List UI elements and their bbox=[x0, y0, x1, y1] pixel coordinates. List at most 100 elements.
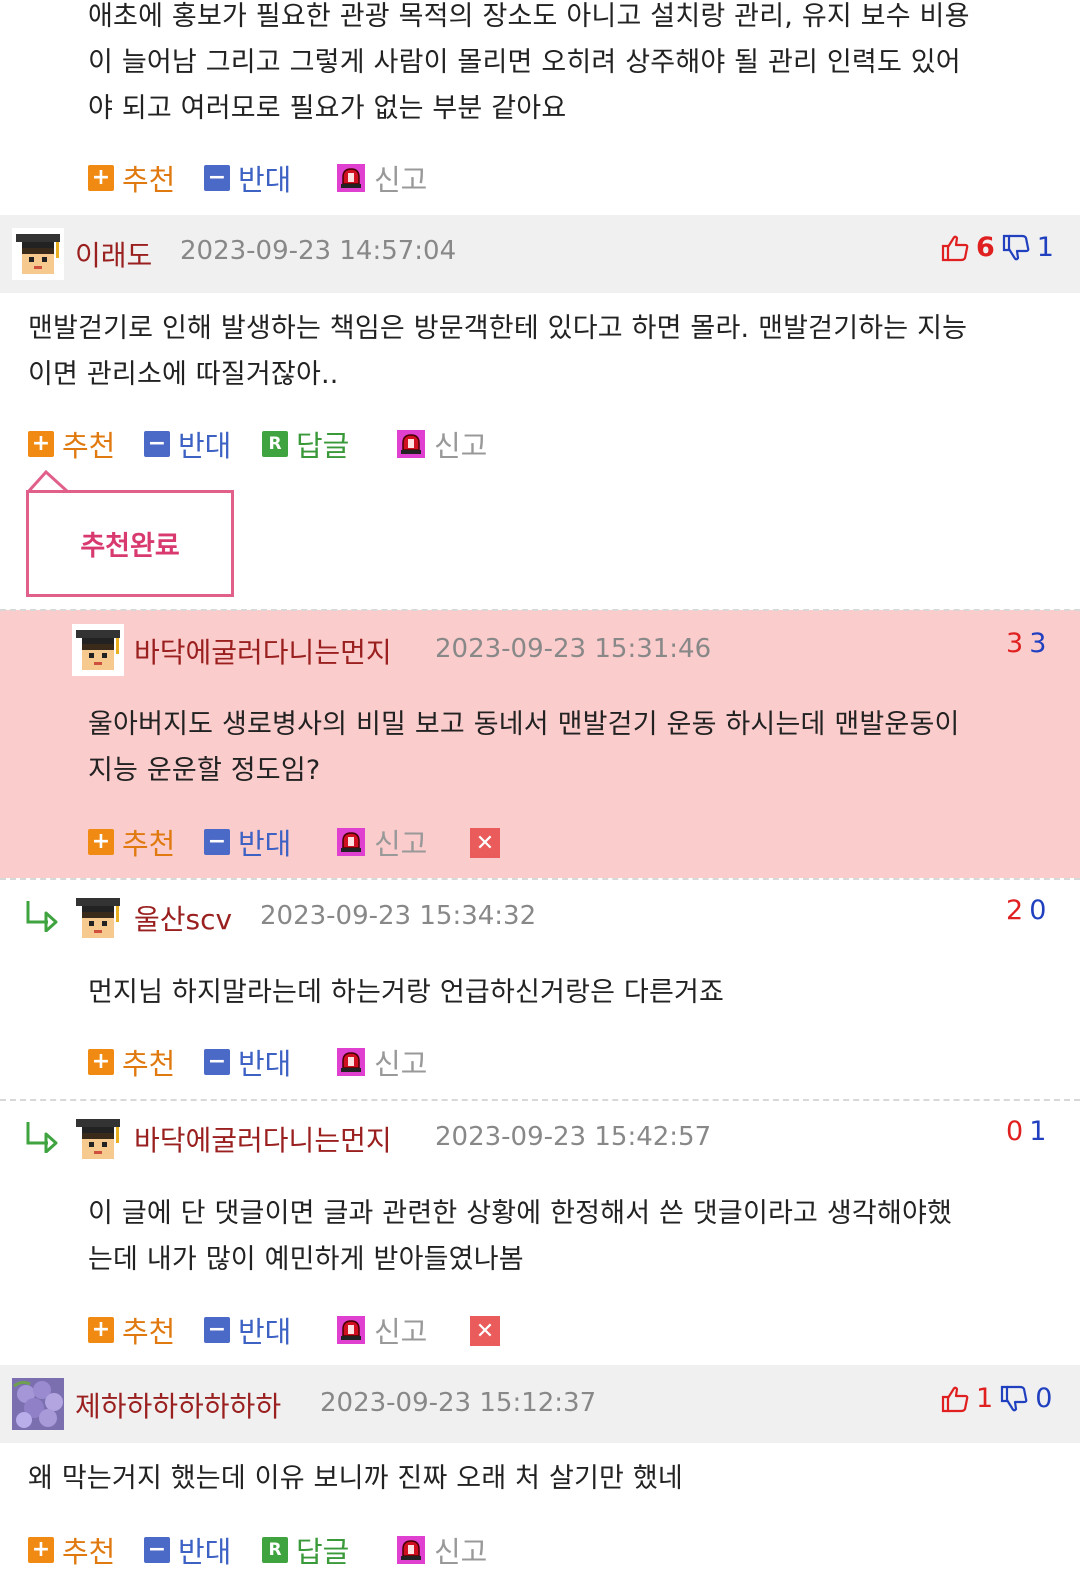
comment-author[interactable]: 제하하하하하하하 bbox=[75, 1385, 281, 1425]
post-text-line: 이 늘어남 그리고 그렇게 사람이 몰리면 오히려 상주해야 될 관리 인력도 … bbox=[88, 47, 961, 78]
comment-time: 2023-09-23 15:42:57 bbox=[435, 1122, 712, 1152]
divider bbox=[0, 1099, 1080, 1101]
delete-icon[interactable]: ✕ bbox=[470, 828, 500, 858]
reply-icon: R bbox=[262, 431, 288, 457]
down-count: 3 bbox=[1029, 628, 1047, 659]
avatar bbox=[12, 1378, 64, 1430]
delete-icon[interactable]: ✕ bbox=[470, 1316, 500, 1346]
siren-icon bbox=[396, 429, 426, 459]
vote-counts: 6 1 bbox=[940, 232, 1054, 263]
recommend-button[interactable]: + 추천 bbox=[88, 1310, 175, 1350]
comment-text-line: 지능 운운할 정도임? bbox=[88, 755, 321, 786]
siren-icon bbox=[336, 1047, 366, 1077]
minus-icon: − bbox=[204, 1317, 230, 1343]
minus-icon: − bbox=[144, 431, 170, 457]
reply-button[interactable]: R 답글 bbox=[262, 424, 349, 464]
up-count: 0 bbox=[1006, 1116, 1024, 1147]
report-button[interactable]: 신고 bbox=[396, 424, 487, 464]
thumbs-down-icon[interactable] bbox=[1001, 233, 1031, 263]
minus-icon: − bbox=[204, 829, 230, 855]
comment-text-line: 먼지님 하지말라는데 하는거랑 언급하신거랑은 다른거죠 bbox=[88, 977, 725, 1008]
down-count: 1 bbox=[1036, 232, 1054, 263]
plus-icon: + bbox=[88, 165, 114, 191]
comment-author[interactable]: 바닥에굴러다니는먼지 bbox=[134, 1119, 392, 1159]
comment-text: 왜 막는거지 했는데 이유 보니까 진짜 오래 처 살기만 했네 bbox=[28, 1456, 1068, 1502]
reply-arrow-icon bbox=[24, 1119, 62, 1153]
recommend-button[interactable]: + 추천 bbox=[88, 822, 175, 862]
comment-actions: + 추천 − 반대 신고 bbox=[88, 1042, 488, 1082]
comment-text-line: 왜 막는거지 했는데 이유 보니까 진짜 오래 처 살기만 했네 bbox=[28, 1463, 683, 1494]
down-count: 0 bbox=[1035, 1383, 1053, 1414]
oppose-button[interactable]: − 반대 bbox=[144, 1530, 231, 1570]
report-button[interactable]: 신고 bbox=[396, 1530, 487, 1570]
post-text-line: 애초에 홍보가 필요한 관광 목적의 장소도 아니고 설치랑 관리, 유지 보수… bbox=[88, 1, 970, 32]
comment-author[interactable]: 울산scv bbox=[134, 898, 232, 938]
comment-text-line: 이면 관리소에 따질거잖아.. bbox=[28, 359, 339, 390]
comment-actions: + 추천 − 반대 R 답글 신고 bbox=[28, 1530, 548, 1570]
reply-arrow-icon bbox=[24, 898, 62, 932]
divider bbox=[0, 878, 1080, 880]
siren-icon bbox=[336, 1315, 366, 1345]
siren-icon bbox=[336, 827, 366, 857]
avatar bbox=[72, 892, 124, 944]
siren-icon bbox=[396, 1535, 426, 1565]
oppose-button[interactable]: − 반대 bbox=[204, 158, 291, 198]
report-button[interactable]: 신고 bbox=[336, 1042, 427, 1082]
vote-counts: 2 0 bbox=[1006, 895, 1046, 926]
oppose-button[interactable]: − 반대 bbox=[204, 1042, 291, 1082]
oppose-button[interactable]: − 반대 bbox=[204, 822, 291, 862]
comment-time: 2023-09-23 14:57:04 bbox=[180, 236, 457, 266]
comment-time: 2023-09-23 15:31:46 bbox=[435, 634, 712, 664]
comment-time: 2023-09-23 15:12:37 bbox=[320, 1388, 597, 1418]
plus-icon: + bbox=[88, 1049, 114, 1075]
oppose-button[interactable]: − 반대 bbox=[144, 424, 231, 464]
thumbs-up-icon[interactable] bbox=[940, 233, 970, 263]
recommend-button[interactable]: + 추천 bbox=[88, 1042, 175, 1082]
recommend-button[interactable]: + 추천 bbox=[28, 424, 115, 464]
minus-icon: − bbox=[204, 165, 230, 191]
minus-icon: − bbox=[144, 1537, 170, 1563]
comment-actions: + 추천 − 반대 신고 bbox=[88, 1310, 528, 1350]
post-text: 애초에 홍보가 필요한 관광 목적의 장소도 아니고 설치랑 관리, 유지 보수… bbox=[88, 0, 1068, 132]
plus-icon: + bbox=[28, 1537, 54, 1563]
vote-counts: 1 0 bbox=[940, 1383, 1052, 1414]
comment-text: 맨발걷기로 인해 발생하는 책임은 방문객한테 있다고 하면 몰라. 맨발걷기하… bbox=[28, 306, 1068, 398]
report-button[interactable]: 신고 bbox=[336, 822, 427, 862]
reply-button[interactable]: R 답글 bbox=[262, 1530, 349, 1570]
vote-counts: 0 1 bbox=[1006, 1116, 1046, 1147]
comment-actions: + 추천 − 반대 신고 bbox=[88, 822, 528, 862]
thumbs-down-icon[interactable] bbox=[999, 1384, 1029, 1414]
down-count: 0 bbox=[1029, 895, 1047, 926]
comment-time: 2023-09-23 15:34:32 bbox=[260, 901, 537, 931]
plus-icon: + bbox=[88, 829, 114, 855]
recommend-button[interactable]: + 추천 bbox=[88, 158, 175, 198]
comment-author[interactable]: 바닥에굴러다니는먼지 bbox=[134, 631, 392, 671]
avatar bbox=[72, 1113, 124, 1165]
comment-header bbox=[0, 215, 1080, 293]
report-button[interactable]: 신고 bbox=[336, 1310, 427, 1350]
siren-icon bbox=[336, 163, 366, 193]
comment-text-line: 이 글에 단 댓글이면 글과 관련한 상황에 한정해서 쓴 댓글이라고 생각해야… bbox=[88, 1198, 953, 1229]
avatar bbox=[72, 624, 124, 676]
report-button[interactable]: 신고 bbox=[336, 158, 427, 198]
recommend-button[interactable]: + 추천 bbox=[28, 1530, 115, 1570]
tooltip-label: 추천완료 bbox=[80, 531, 180, 562]
comment-text: 먼지님 하지말라는데 하는거랑 언급하신거랑은 다른거죠 bbox=[88, 970, 1068, 1016]
comment-text-line: 맨발걷기로 인해 발생하는 책임은 방문객한테 있다고 하면 몰라. 맨발걷기하… bbox=[28, 313, 968, 344]
thumbs-up-icon[interactable] bbox=[940, 1384, 970, 1414]
up-count: 2 bbox=[1006, 895, 1024, 926]
up-count: 1 bbox=[976, 1383, 994, 1414]
comment-text-line: 울아버지도 생로병사의 비밀 보고 동네서 맨발걷기 운동 하시는데 맨발운동이 bbox=[88, 709, 960, 740]
up-count: 3 bbox=[1006, 628, 1024, 659]
divider bbox=[0, 609, 1080, 611]
down-count: 1 bbox=[1029, 1116, 1047, 1147]
oppose-button[interactable]: − 반대 bbox=[204, 1310, 291, 1350]
post-actions: + 추천 − 반대 신고 bbox=[88, 158, 588, 198]
plus-icon: + bbox=[88, 1317, 114, 1343]
plus-icon: + bbox=[28, 431, 54, 457]
minus-icon: − bbox=[204, 1049, 230, 1075]
vote-counts: 3 3 bbox=[1006, 628, 1046, 659]
recommend-done-tooltip: 추천완료 bbox=[26, 490, 234, 597]
comment-author[interactable]: 이래도 bbox=[75, 234, 152, 274]
comment-text: 울아버지도 생로병사의 비밀 보고 동네서 맨발걷기 운동 하시는데 맨발운동이… bbox=[88, 702, 1068, 794]
